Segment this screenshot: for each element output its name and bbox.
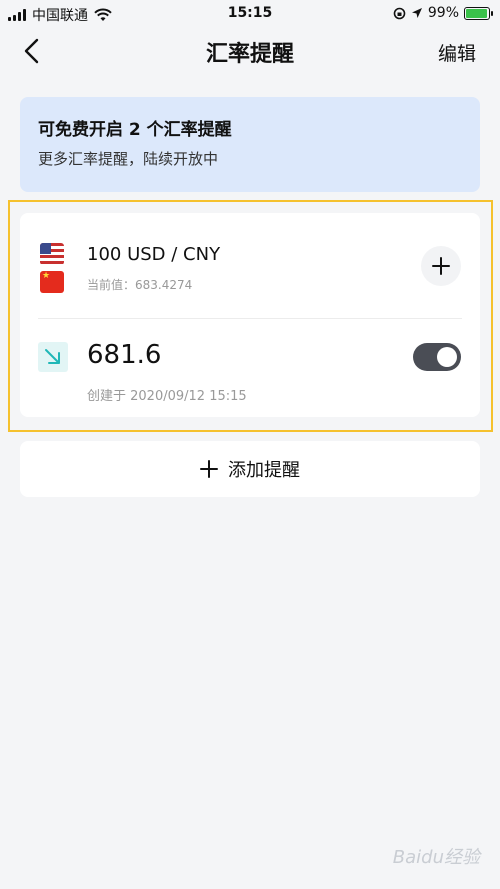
watermark-logo: Baidu经验 bbox=[392, 847, 480, 868]
location-arrow-icon bbox=[411, 8, 422, 18]
created-time: 创建于 2020/09/12 15:15 bbox=[87, 389, 247, 404]
currency-flags: ★ bbox=[40, 243, 64, 295]
add-alert-label: 添加提醒 bbox=[228, 460, 300, 481]
plus-icon bbox=[200, 460, 218, 478]
nav-bar: 汇率提醒 编辑 bbox=[0, 28, 500, 74]
trend-down-icon bbox=[38, 342, 68, 372]
divider bbox=[38, 318, 462, 319]
status-bar: 中国联通 15:15 99% bbox=[0, 0, 500, 28]
plus-icon bbox=[432, 257, 450, 275]
quota-banner: 可免费开启 2 个汇率提醒 更多汇率提醒，陆续开放中 bbox=[20, 97, 480, 192]
add-alert-button[interactable]: 添加提醒 bbox=[20, 441, 480, 497]
cn-flag-icon: ★ bbox=[40, 271, 64, 293]
alert-toggle[interactable] bbox=[413, 343, 461, 371]
alert-card[interactable]: ★ 100 USD / CNY 当前值：683.4274 681.6 创建于 2… bbox=[20, 213, 480, 417]
battery-fill bbox=[466, 8, 487, 18]
battery-icon bbox=[464, 6, 493, 20]
status-right: 99% bbox=[393, 5, 493, 21]
banner-title: 可免费开启 2 个汇率提醒 bbox=[38, 120, 232, 140]
toggle-knob bbox=[437, 347, 457, 367]
edit-button[interactable]: 编辑 bbox=[438, 39, 476, 66]
currency-pair: 100 USD / CNY bbox=[87, 244, 221, 265]
orientation-lock-icon bbox=[393, 7, 406, 19]
current-rate: 当前值：683.4274 bbox=[87, 278, 193, 292]
us-flag-icon bbox=[40, 243, 64, 265]
target-rate: 681.6 bbox=[87, 340, 162, 370]
banner-subtitle: 更多汇率提醒，陆续开放中 bbox=[38, 150, 219, 168]
page-title: 汇率提醒 bbox=[205, 42, 294, 67]
battery-percent: 99% bbox=[427, 5, 459, 21]
add-alert-for-pair-button[interactable] bbox=[421, 246, 461, 286]
